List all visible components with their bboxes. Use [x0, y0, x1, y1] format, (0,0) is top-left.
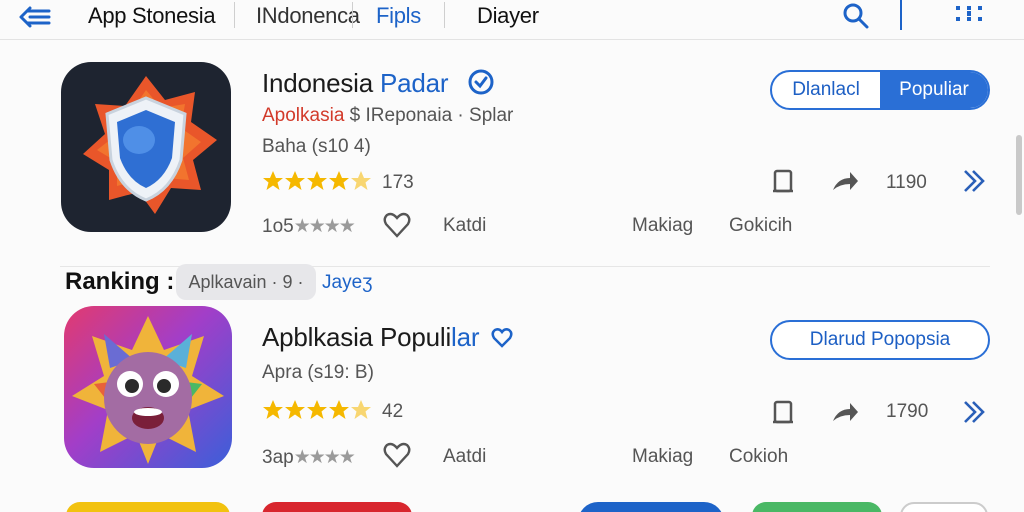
foot-label-b: Makiag: [632, 446, 694, 467]
star-rating-icon: [263, 400, 371, 419]
header-divider: [900, 0, 902, 30]
app-icon-partial[interactable]: [66, 502, 230, 512]
install-button[interactable]: Dlarud Popopsia: [770, 320, 990, 360]
grid-icon[interactable]: [955, 4, 983, 26]
download-segment[interactable]: Dlanlacl: [772, 72, 880, 108]
chevron-right-icon[interactable]: [960, 166, 990, 196]
app-thumb-partial[interactable]: [752, 502, 882, 512]
tab-indonenca[interactable]: INdonenca: [256, 3, 360, 29]
verified-icon: [468, 69, 494, 95]
ranking-label: Ranking :: [65, 268, 175, 295]
search-icon[interactable]: [842, 2, 870, 30]
back-menu-icon[interactable]: [18, 4, 52, 30]
install-toggle[interactable]: Dlanlacl Populiar: [770, 70, 990, 110]
share-icon[interactable]: [830, 397, 860, 427]
tab-separator: [352, 2, 353, 28]
share-icon[interactable]: [830, 166, 860, 196]
foot-label-a: Katdi: [443, 215, 487, 236]
tab-separator: [444, 2, 445, 28]
foot-label-c: Gokicih: [729, 215, 793, 236]
foot-label-c: Cokioh: [729, 446, 789, 467]
chevron-right-icon[interactable]: [960, 397, 990, 427]
developer-line: Apolkasia $ IReponaia · Splar: [262, 105, 514, 126]
heart-icon[interactable]: [382, 210, 412, 240]
monster-icon: [72, 316, 224, 464]
app-title[interactable]: Indonesia Padar: [262, 68, 449, 99]
app-thumb-partial[interactable]: [900, 502, 988, 512]
shield-icon: [83, 76, 217, 214]
tab-app-stonesia[interactable]: App Stonesia: [88, 3, 216, 29]
star-rating-icon: [263, 171, 371, 190]
bookmark-icon[interactable]: [768, 397, 798, 427]
app-meta: Apra (s19: B): [262, 362, 374, 383]
foot-label-b: Makiag: [632, 215, 694, 236]
ranking-link[interactable]: Jayeʒ: [322, 272, 373, 294]
tab-separator: [234, 2, 235, 28]
rating-count: 42: [382, 401, 404, 422]
verified-icon: [491, 328, 513, 348]
foot-rating: 1o5★★★★: [262, 216, 356, 237]
scrollbar[interactable]: [1016, 135, 1022, 215]
top-bar: App Stonesia INdonenca Fipls Diayer: [0, 0, 1024, 40]
bookmark-icon[interactable]: [768, 166, 798, 196]
foot-label-a: Aatdi: [443, 446, 487, 467]
app-meta: Baha (s10 4): [262, 136, 371, 157]
share-count: 1190: [886, 172, 927, 193]
app-icon-indonesia-padar[interactable]: [61, 62, 231, 232]
heart-icon[interactable]: [382, 440, 412, 470]
tab-diayer[interactable]: Diayer: [477, 3, 539, 29]
button-partial[interactable]: [578, 502, 724, 512]
popular-segment[interactable]: Populiar: [880, 72, 988, 108]
share-count: 1790: [886, 401, 929, 422]
foot-rating: 3ap★★★★: [262, 447, 356, 468]
app-title[interactable]: Apblkasia Populilar: [262, 322, 480, 353]
app-thumb-partial[interactable]: [262, 502, 412, 512]
app-icon-aplikasia-populer[interactable]: [64, 306, 232, 468]
ranking-chip[interactable]: Aplkavain · 9 ·: [176, 264, 316, 300]
rating-count: 173: [382, 172, 414, 193]
tab-fipls[interactable]: Fipls: [376, 3, 421, 29]
